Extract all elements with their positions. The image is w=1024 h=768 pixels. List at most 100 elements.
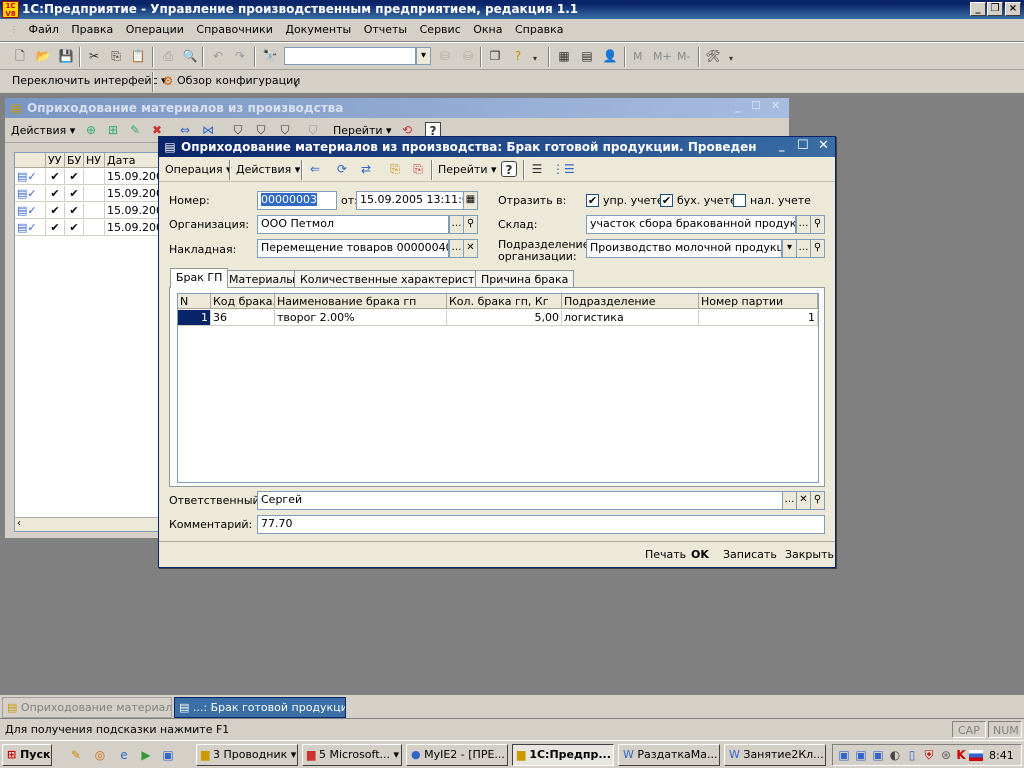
invoice-select-button[interactable]: … [449,239,464,258]
new-document-icon[interactable]: 🗋 [12,48,28,64]
organization-search-button[interactable]: ⚲ [463,215,478,234]
calendar-icon[interactable]: ▤ [579,48,595,64]
column-header-code[interactable]: Код брака... [211,294,275,309]
save-icon[interactable]: 💾 [58,48,74,64]
open-folder-icon[interactable]: 📂 [35,48,51,64]
print-button[interactable]: Печать [645,548,686,561]
move-back-icon[interactable]: ⇐ [307,161,323,177]
buh-checkbox[interactable]: ✔ [660,194,673,207]
taskbar-item-microsoft[interactable]: ▆ 5 Microsoft... ▾ [302,744,402,766]
taskbar-item-word1[interactable]: W РаздаткаМа... [618,744,720,766]
menu-help[interactable]: Справка [515,23,563,36]
switch-interface-button[interactable]: Переключить интерфейс ▾ [12,74,167,87]
copy-row-icon[interactable]: ⊞ [105,122,121,138]
ie-icon[interactable]: e [116,747,132,763]
print-icon[interactable]: ⎙ [160,48,176,64]
menu-reports[interactable]: Отчеты [364,23,407,36]
tab-quantitative[interactable]: Количественные характеристики [294,270,502,288]
memory-plus-button[interactable]: M+ [653,50,672,63]
user-icon[interactable]: 👤 [602,48,618,64]
table-row[interactable]: 1 36 творог 2.00% 5,00 логистика 1 [178,310,818,327]
tab-defect-gp[interactable]: Брак ГП [170,268,229,288]
dialog-minimize-button[interactable]: _ [779,139,785,152]
window-tab-document[interactable]: ▤ ...: Брак готовой продукции... [174,697,346,718]
search-combo[interactable] [284,47,416,65]
journal-actions-menu[interactable]: Действия ▾ [11,124,75,137]
tab-defect-reason[interactable]: Причина брака [475,270,575,288]
menu-documents[interactable]: Документы [285,23,351,36]
tray-shield-icon[interactable]: ⛨ [921,747,937,763]
copy-icon[interactable]: ⎘ [108,48,124,64]
tray-speaker-icon[interactable]: ◐ [887,747,903,763]
column-header-uu[interactable]: УУ [46,153,65,168]
dialog-maximize-button[interactable]: ☐ [797,138,809,153]
tray-monitor-icon[interactable]: ▣ [836,747,852,763]
warehouse-field[interactable]: участок сбора бракованной продукции [586,215,796,234]
invoice-clear-button[interactable]: ✕ [463,239,478,258]
journal-minimize-button[interactable]: _ [735,100,741,113]
column-header-bu[interactable]: БУ [65,153,84,168]
tray-network-icon[interactable]: ⊛ [938,747,954,763]
organization-select-button[interactable]: … [449,215,464,234]
ok-button[interactable]: OK [691,548,709,561]
start-button[interactable]: ⊞ Пуск [2,744,52,766]
warehouse-select-button[interactable]: … [796,215,811,234]
column-header-name[interactable]: Наименование брака гп [275,294,447,309]
defect-table[interactable]: N Код брака... Наименование брака гп Кол… [177,293,819,483]
taskbar-item-1c[interactable]: ▆ 1С:Предпр... [512,744,614,766]
menu-directories[interactable]: Справочники [196,23,272,36]
find-next-icon[interactable]: ⛁ [437,48,453,64]
journal-maximize-button[interactable]: ☐ [751,99,761,112]
desktop-icon[interactable]: ▣ [160,747,176,763]
division-search-button[interactable]: ⚲ [810,239,825,258]
taskbar-item-explorer[interactable]: ▆ 3 Проводник ▾ [196,744,298,766]
minimize-button[interactable]: _ [970,2,986,16]
tab-materials[interactable]: Материалы [223,270,301,288]
menu-edit[interactable]: Правка [71,23,113,36]
list-view-icon[interactable]: ☰ [529,161,545,177]
journal-close-button[interactable]: ✕ [771,99,780,112]
menu-file[interactable]: Файл [29,23,59,36]
division-dropdown-button[interactable]: ▾ [782,239,797,258]
responsible-select-button[interactable]: … [782,491,797,510]
unpost-document-icon[interactable]: ⎘ [410,161,426,177]
journal-table[interactable]: УУ БУ НУ Дата ▤✓ ✔ ✔ 15.09.200 ▤✓ ✔ ✔ 15… [14,152,164,532]
division-select-button[interactable]: … [796,239,811,258]
column-header-nu[interactable]: НУ [84,153,105,168]
post-document-icon[interactable]: ⎘ [387,161,403,177]
chevron-down-icon[interactable]: ▾ [527,51,543,67]
nal-checkbox[interactable] [733,194,746,207]
windows-icon[interactable]: ❐ [487,48,503,64]
taskbar-item-myie2[interactable]: ● MyIE2 - [ПРЕ... [406,744,508,766]
refresh-icon[interactable]: ⟳ [334,161,350,177]
menu-windows[interactable]: Окна [473,23,502,36]
scroll-left-icon[interactable]: ‹ [17,518,21,529]
chevron-down-icon[interactable]: ▾ [288,78,304,94]
organization-field[interactable]: ООО Петмол [257,215,449,234]
restore-button[interactable]: ❐ [987,2,1003,16]
memory-minus-button[interactable]: M- [677,50,690,63]
find-prev-icon[interactable]: ⛁ [460,48,476,64]
save-button[interactable]: Записать [723,548,777,561]
switch-icon[interactable]: ⇄ [358,161,374,177]
column-header-division[interactable]: Подразделение [562,294,699,309]
column-header-qty[interactable]: Кол. брака гп, Кг [447,294,562,309]
tools-icon[interactable]: 🛠 [705,48,721,64]
table-row[interactable]: ▤✓ ✔ ✔ 15.09.200 [15,169,163,186]
column-header-icon[interactable] [15,153,46,168]
actions-menu[interactable]: Действия ▾ [236,163,300,176]
undo-icon[interactable]: ↶ [210,48,226,64]
chevron-down-icon[interactable]: ▾ [723,51,739,67]
dialog-close-button[interactable]: ✕ [818,138,829,153]
preview-icon[interactable]: 🔍 [182,48,198,64]
responsible-search-button[interactable]: ⚲ [810,491,825,510]
tray-monitor-icon[interactable]: ▣ [870,747,886,763]
add-icon[interactable]: ⊕ [83,122,99,138]
table-row[interactable]: ▤✓ ✔ ✔ 15.09.200 [15,186,163,203]
search-combo-dropdown[interactable]: ▾ [416,47,431,65]
goto-menu[interactable]: Перейти ▾ [438,163,497,176]
tray-mouse-icon[interactable]: ▯ [904,747,920,763]
help-icon[interactable]: ? [501,161,517,177]
quick-launch-icon[interactable]: ✎ [68,747,84,763]
help-1c-icon[interactable]: ? [510,48,526,64]
